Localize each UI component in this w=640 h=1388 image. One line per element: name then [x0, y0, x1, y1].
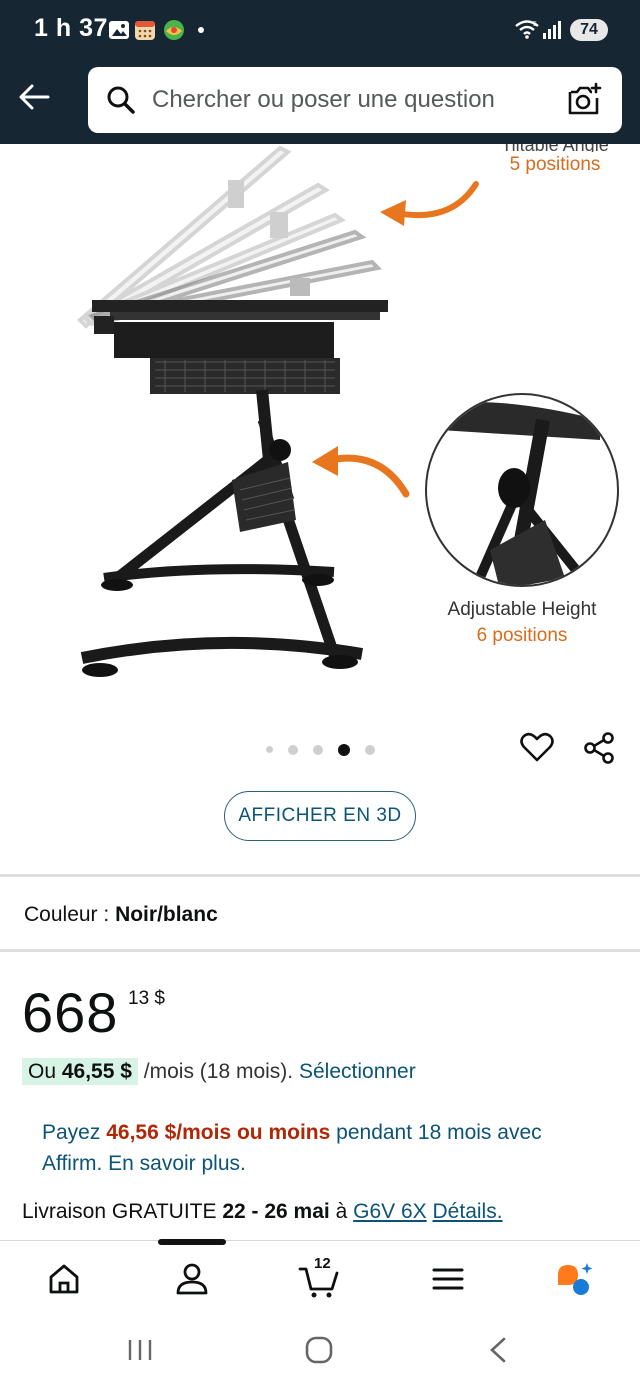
chevron-left-icon — [490, 1337, 506, 1363]
affirm-financing[interactable]: Payez 46,56 $/mois ou moins pendant 18 m… — [42, 1117, 582, 1179]
status-time: 1 h 37 — [34, 14, 108, 42]
delivery-dates: 22 - 26 mai — [222, 1200, 330, 1223]
active-tab-indicator — [158, 1239, 226, 1245]
delivery-info: Livraison GRATUITE 22 - 26 mai à G6V 6X … — [22, 1200, 503, 1224]
section-divider — [0, 874, 640, 877]
color-value: Noir/blanc — [115, 903, 218, 926]
home-circle-icon — [305, 1336, 333, 1364]
search-icon — [106, 85, 136, 120]
user-icon — [176, 1263, 208, 1295]
heart-icon — [520, 732, 554, 762]
price: 668 13 $ — [22, 980, 165, 1045]
nav-home[interactable] — [44, 1259, 84, 1299]
more-notifications-dot — [198, 27, 204, 33]
monthly-suffix: /mois (18 mois). — [143, 1060, 294, 1083]
affirm-amount: 46,56 $/mois ou moins — [106, 1121, 331, 1144]
monthly-prefix: Ou — [28, 1060, 57, 1083]
carousel-dot-active[interactable] — [338, 743, 350, 756]
postal-code-link[interactable]: G6V 6X — [353, 1200, 427, 1223]
section-divider — [0, 949, 640, 952]
carousel-dot[interactable] — [313, 744, 323, 755]
hamburger-menu-icon — [432, 1268, 464, 1290]
home-system-button[interactable] — [304, 1336, 334, 1369]
nav-account[interactable] — [172, 1259, 212, 1299]
status-bar: 1 h 37 5 74 — [0, 0, 640, 62]
height-caption-positions: 6 positions — [476, 625, 568, 646]
search-bar[interactable]: Chercher ou poser une question — [88, 67, 622, 133]
top-bar: 1 h 37 5 74 Chercher ou poser une questi… — [0, 0, 640, 144]
calendar-app-notification-icon — [134, 19, 156, 41]
cell-signal-icon — [542, 20, 562, 45]
game-app-notification-icon — [162, 19, 184, 41]
system-navigation-bar — [0, 1316, 640, 1388]
carousel-dot[interactable] — [288, 744, 298, 755]
gallery-notification-icon — [108, 19, 130, 41]
delivery-at: à — [335, 1200, 348, 1223]
carousel-dot[interactable] — [266, 746, 273, 754]
price-whole: 668 — [22, 981, 119, 1044]
carousel-dot[interactable] — [365, 744, 375, 755]
nav-menu[interactable] — [428, 1259, 468, 1299]
monthly-pill: Ou 46,55 $ — [22, 1058, 138, 1085]
back-button[interactable] — [16, 78, 54, 116]
height-caption: Adjustable Height 6 positions — [430, 599, 614, 647]
height-caption-title: Adjustable Height — [447, 599, 597, 620]
nav-cart[interactable]: 12 — [298, 1255, 342, 1299]
recent-apps-button[interactable] — [126, 1336, 154, 1369]
affirm-prefix: Payez — [42, 1121, 101, 1144]
battery-indicator: 74 — [570, 19, 608, 41]
arrow-left-icon — [19, 84, 50, 110]
color-selection[interactable]: Couleur : Noir/blanc — [24, 903, 218, 927]
share-button[interactable] — [582, 731, 616, 770]
home-icon — [49, 1264, 79, 1294]
tilt-caption-title: Tiltable Angle — [470, 144, 640, 152]
delivery-details-link[interactable]: Détails. — [433, 1200, 503, 1223]
product-image[interactable]: Tiltable Angle 5 positions Adjustable He… — [0, 144, 640, 714]
tilt-caption: Tiltable Angle 5 positions — [470, 144, 640, 176]
select-monthly-link[interactable]: Sélectionner — [299, 1060, 416, 1083]
search-input[interactable]: Chercher ou poser une question — [152, 86, 495, 114]
monthly-payment-option: Ou 46,55 $ /mois (18 mois). Sélectionner — [22, 1058, 416, 1085]
svg-text:5: 5 — [533, 21, 537, 28]
nav-rufus-assistant[interactable] — [554, 1259, 594, 1299]
recent-apps-icon — [128, 1340, 152, 1360]
monthly-amount: 46,55 $ — [61, 1060, 132, 1083]
wifi-icon: 5 — [514, 18, 540, 45]
tilt-caption-positions: 5 positions — [509, 154, 601, 175]
share-icon — [584, 732, 614, 764]
carousel-indicator[interactable] — [266, 741, 390, 756]
cart-count-badge: 12 — [314, 1255, 331, 1272]
wishlist-button[interactable] — [520, 731, 554, 768]
view-in-3d-button[interactable]: AFFICHER EN 3D — [224, 791, 416, 841]
system-back-button[interactable] — [486, 1336, 510, 1369]
price-cents: 13 $ — [128, 988, 165, 1009]
camera-search-icon[interactable] — [566, 80, 602, 123]
color-label: Couleur : — [24, 903, 110, 926]
assistant-icon — [558, 1263, 593, 1295]
bottom-navigation: 12 — [0, 1239, 640, 1316]
delivery-prefix: Livraison GRATUITE — [22, 1200, 217, 1223]
